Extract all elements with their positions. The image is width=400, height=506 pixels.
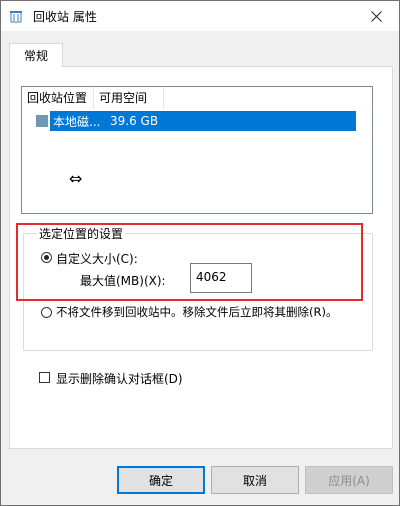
window-title: 回收站 属性 xyxy=(33,10,97,24)
tab-general-label: 常规 xyxy=(23,49,48,63)
custom-size-radio[interactable] xyxy=(41,252,52,263)
cancel-button[interactable]: 取消 xyxy=(211,466,299,494)
max-value-label: 最大值(MB)(X): xyxy=(80,274,166,288)
confirm-dialog-label: 显示删除确认对话框(D) xyxy=(56,372,183,386)
no-move-label: 不将文件移到回收站中。移除文件后立即将其删除(R)。 xyxy=(56,305,338,319)
custom-size-label: 自定义大小(C): xyxy=(56,252,138,266)
location-cell: 本地磁... xyxy=(53,114,101,129)
drive-icon xyxy=(36,115,48,127)
tab-general[interactable]: 常规 xyxy=(9,43,63,67)
max-value-input[interactable]: 4062 xyxy=(190,263,252,293)
close-icon xyxy=(370,10,382,22)
no-move-radio[interactable] xyxy=(41,307,52,318)
list-header: 回收站位置 可用空间 xyxy=(22,87,372,109)
column-header-free-space[interactable]: 可用空间 xyxy=(94,87,164,109)
ok-button[interactable]: 确定 xyxy=(117,466,205,494)
recycle-bin-icon xyxy=(10,11,22,23)
properties-dialog: 回收站 属性 常规 回收站位置 可用空间 本地磁... 39.6 GB ⇔ 选定… xyxy=(0,0,400,506)
title-bar: 回收站 属性 xyxy=(1,1,399,31)
list-item-local-disk[interactable]: 本地磁... 39.6 GB xyxy=(50,111,356,131)
column-header-location[interactable]: 回收站位置 xyxy=(22,87,94,109)
confirm-dialog-checkbox[interactable] xyxy=(39,372,50,383)
close-button[interactable] xyxy=(353,1,399,31)
resize-cursor-icon: ⇔ xyxy=(69,169,83,188)
apply-button[interactable]: 应用(A) xyxy=(305,466,393,494)
recycle-bin-location-list[interactable]: 回收站位置 可用空间 本地磁... 39.6 GB ⇔ xyxy=(21,86,373,214)
free-space-cell: 39.6 GB xyxy=(110,114,159,128)
settings-group-label: 选定位置的设置 xyxy=(37,225,126,242)
